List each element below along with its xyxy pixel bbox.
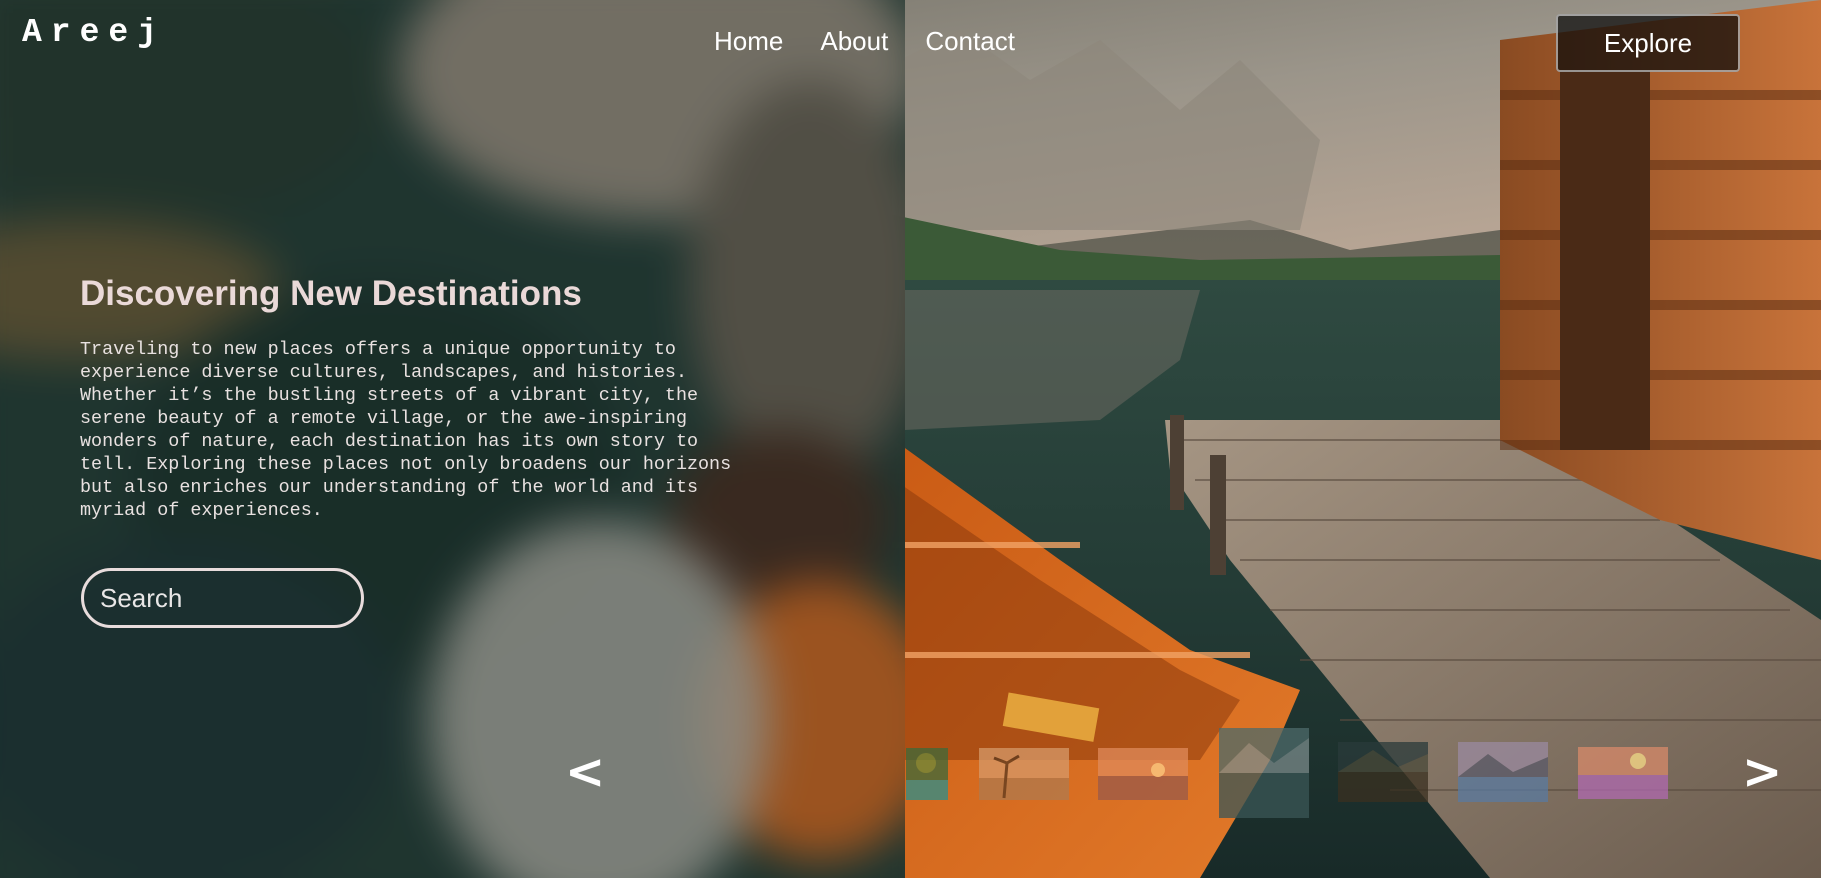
hero-description: Traveling to new places offers a unique … <box>80 339 732 521</box>
previous-slide-arrow-icon[interactable]: < <box>565 748 605 796</box>
explore-button[interactable]: Explore <box>1556 14 1740 72</box>
thumbnail-beach-sunset[interactable] <box>1098 748 1188 800</box>
hero-title: Discovering New Destinations <box>80 274 582 313</box>
main-nav: Home About Contact <box>714 26 1015 57</box>
thumbnail-tropical-lagoon[interactable] <box>906 748 948 800</box>
nav-home-link[interactable]: Home <box>714 26 783 57</box>
brand-logo[interactable]: Areej <box>22 14 166 51</box>
thumbnail-flower-meadow-sunset[interactable] <box>1578 747 1668 799</box>
thumbnail-alpine-lake-dusk[interactable] <box>1458 742 1548 802</box>
thumbnail-palm-beach-sunset[interactable] <box>979 748 1069 800</box>
thumbnail-mountain-lake-reflection[interactable] <box>1219 728 1309 818</box>
thumbnail-night-mountain-lake[interactable] <box>1338 742 1428 802</box>
nav-contact-link[interactable]: Contact <box>925 26 1015 57</box>
nav-about-link[interactable]: About <box>820 26 888 57</box>
next-slide-arrow-icon[interactable]: > <box>1742 748 1782 796</box>
search-input[interactable] <box>81 568 364 628</box>
